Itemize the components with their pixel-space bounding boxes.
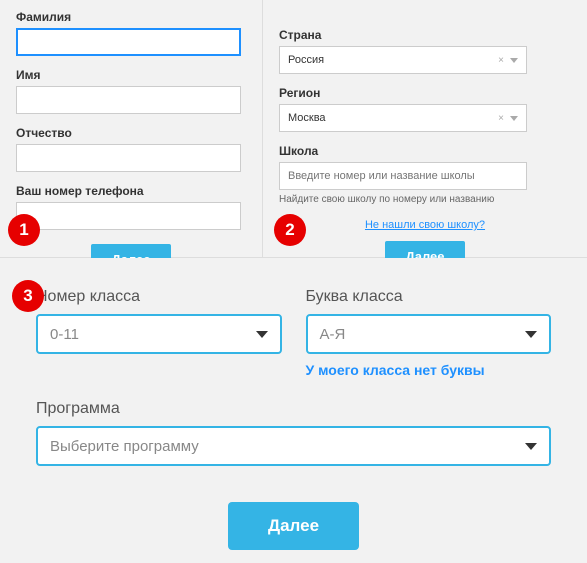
region-label: Регион	[279, 86, 571, 100]
chevron-down-icon	[525, 331, 537, 338]
class-number-value: 0-11	[50, 326, 79, 343]
last-name-label: Фамилия	[16, 10, 246, 24]
next-button-3[interactable]: Далее	[228, 502, 359, 550]
class-letter-value: А-Я	[320, 326, 346, 343]
school-hint: Найдите свою школу по номеру или названи…	[279, 194, 571, 205]
patronymic-label: Отчество	[16, 126, 246, 140]
panel-class-info: Номер класса 0-11 Буква класса А-Я У мое…	[0, 258, 587, 563]
chevron-down-icon	[510, 58, 518, 63]
school-input[interactable]	[279, 162, 527, 190]
school-not-found-link[interactable]: Не нашли свою школу?	[365, 219, 485, 231]
first-name-input[interactable]	[16, 86, 241, 114]
country-label: Страна	[279, 28, 571, 42]
step-badge-1: 1	[8, 214, 40, 246]
region-value: Москва	[288, 112, 326, 124]
class-letter-label: Буква класса	[306, 288, 552, 306]
program-placeholder: Выберите программу	[50, 438, 199, 455]
chevron-down-icon	[525, 443, 537, 450]
school-label: Школа	[279, 144, 571, 158]
country-value: Россия	[288, 54, 324, 66]
program-label: Программа	[36, 400, 551, 418]
patronymic-input[interactable]	[16, 144, 241, 172]
step-badge-2: 2	[274, 214, 306, 246]
no-letter-link[interactable]: У моего класса нет буквы	[306, 362, 485, 378]
first-name-label: Имя	[16, 68, 246, 82]
panel-personal-info: Фамилия Имя Отчество Ваш номер телефона …	[0, 0, 263, 257]
clear-icon[interactable]: ×	[498, 113, 504, 124]
panel-school-info: Страна Россия × Регион Москва × Школа	[263, 0, 587, 257]
country-select[interactable]: Россия ×	[279, 46, 527, 74]
last-name-input[interactable]	[16, 28, 241, 56]
phone-label: Ваш номер телефона	[16, 184, 246, 198]
class-number-select[interactable]: 0-11	[36, 314, 282, 354]
class-letter-select[interactable]: А-Я	[306, 314, 552, 354]
region-select[interactable]: Москва ×	[279, 104, 527, 132]
step-badge-3: 3	[12, 280, 44, 312]
program-select[interactable]: Выберите программу	[36, 426, 551, 466]
chevron-down-icon	[256, 331, 268, 338]
class-number-label: Номер класса	[36, 288, 282, 306]
chevron-down-icon	[510, 116, 518, 121]
phone-input[interactable]	[16, 202, 241, 230]
clear-icon[interactable]: ×	[498, 55, 504, 66]
